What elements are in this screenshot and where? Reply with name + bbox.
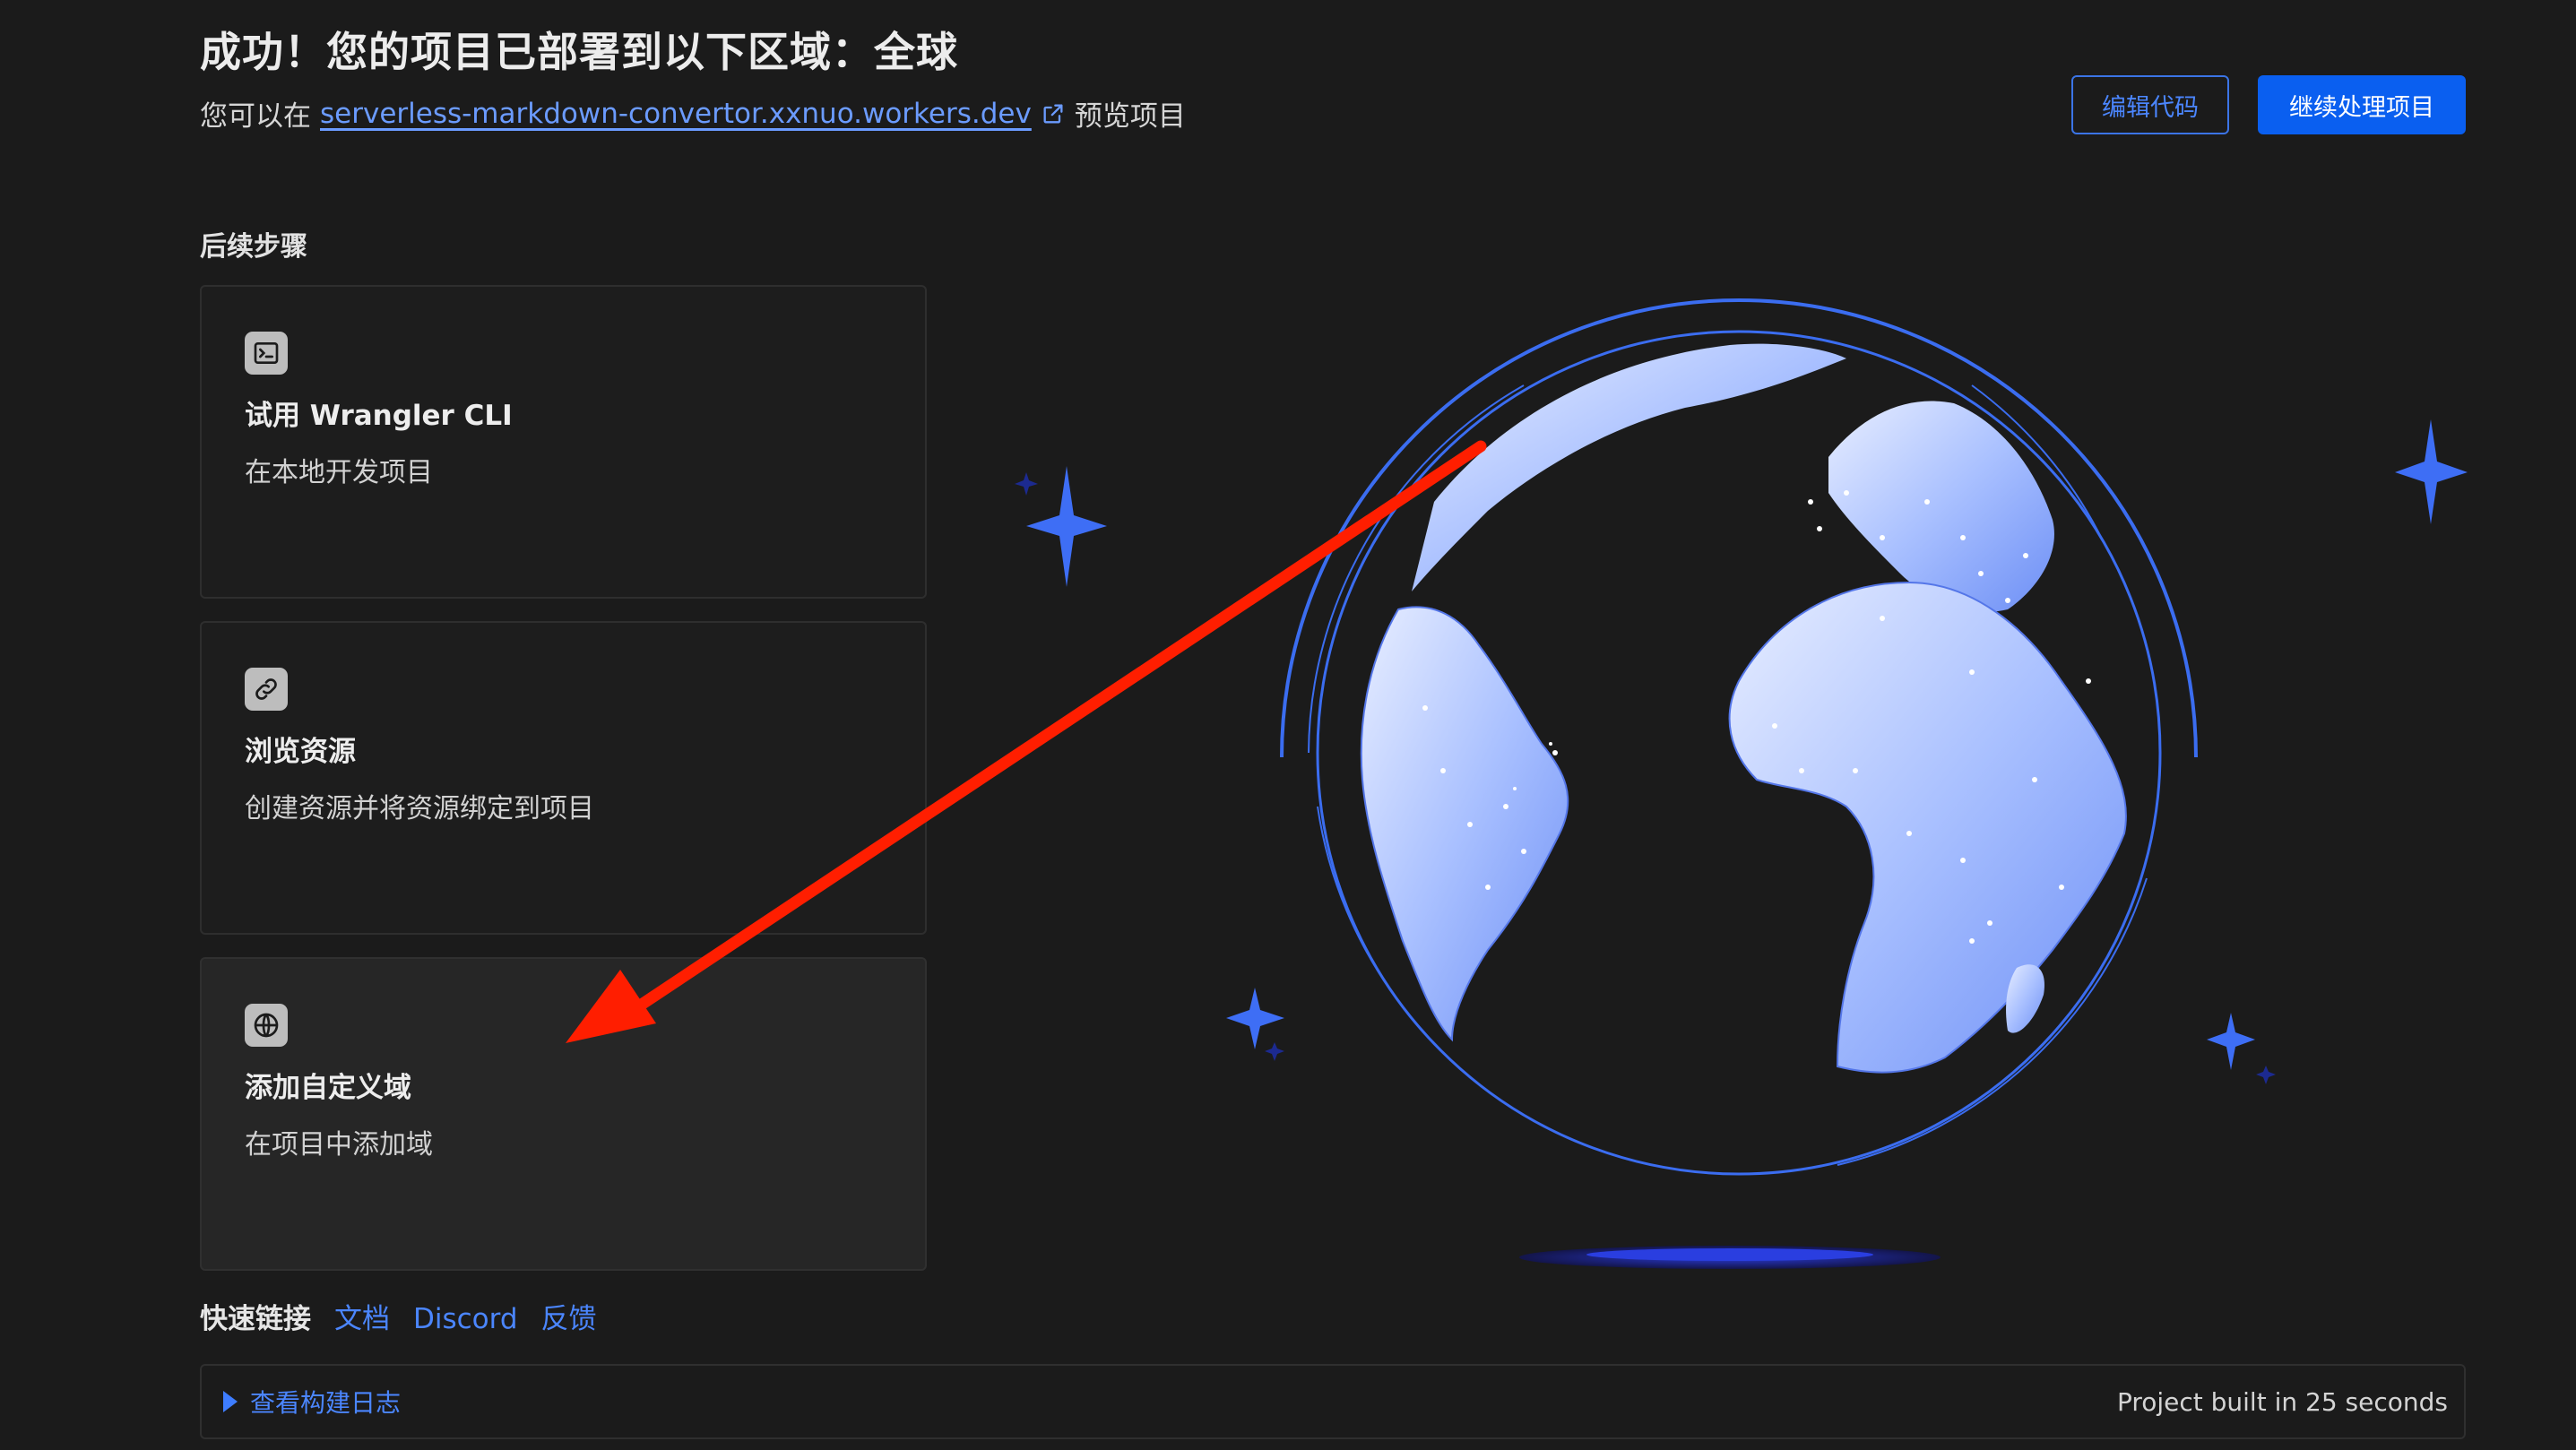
- card-title: 试用 Wrangler CLI: [245, 400, 513, 432]
- quick-links: 快速链接 文档 Discord 反馈: [200, 1296, 597, 1336]
- worker-url-link[interactable]: serverless-markdown-convertor.xxnuo.work…: [320, 98, 1032, 130]
- card-description: 在项目中添加域: [245, 1129, 433, 1161]
- subtitle-suffix: 预览项目: [1074, 100, 1186, 133]
- card-description: 在本地开发项目: [245, 457, 433, 488]
- discord-link[interactable]: Discord: [413, 1303, 518, 1335]
- external-link-icon[interactable]: [1041, 101, 1066, 126]
- caret-right-icon: [223, 1391, 238, 1412]
- card-title: 添加自定义域: [245, 1072, 411, 1104]
- terminal-icon: [245, 332, 288, 375]
- build-status-text: Project built in 25 seconds: [2116, 1386, 2448, 1417]
- link-icon: [245, 668, 288, 711]
- quick-links-label: 快速链接: [200, 1303, 311, 1335]
- card-add-custom-domain[interactable]: 添加自定义域 在项目中添加域: [200, 957, 927, 1271]
- preview-subtitle: 您可以在 serverless-markdown-convertor.xxnuo…: [200, 93, 1186, 134]
- docs-link[interactable]: 文档: [334, 1296, 390, 1336]
- view-build-log-toggle[interactable]: 查看构建日志: [223, 1366, 401, 1437]
- subtitle-prefix: 您可以在: [200, 100, 311, 133]
- edit-code-button[interactable]: 编辑代码: [2071, 75, 2229, 134]
- card-try-wrangler[interactable]: 试用 Wrangler CLI 在本地开发项目: [200, 285, 927, 599]
- card-title: 浏览资源: [245, 736, 356, 768]
- globe-illustration: [1015, 298, 2468, 1269]
- build-log-label: 查看构建日志: [250, 1388, 402, 1418]
- globe-icon: [245, 1004, 288, 1047]
- page-title: 成功！您的项目已部署到以下区域：全球: [200, 28, 958, 76]
- next-steps-heading: 后续步骤: [200, 231, 307, 263]
- deployment-success-page: 成功！您的项目已部署到以下区域：全球 您可以在 serverless-markd…: [0, 0, 2576, 1450]
- card-description: 创建资源并将资源绑定到项目: [245, 793, 594, 824]
- build-log-bar: 查看构建日志 Project built in 25 seconds: [200, 1364, 2466, 1439]
- continue-project-button[interactable]: 继续处理项目: [2258, 75, 2466, 134]
- feedback-link[interactable]: 反馈: [541, 1296, 597, 1336]
- card-browse-resources[interactable]: 浏览资源 创建资源并将资源绑定到项目: [200, 621, 927, 935]
